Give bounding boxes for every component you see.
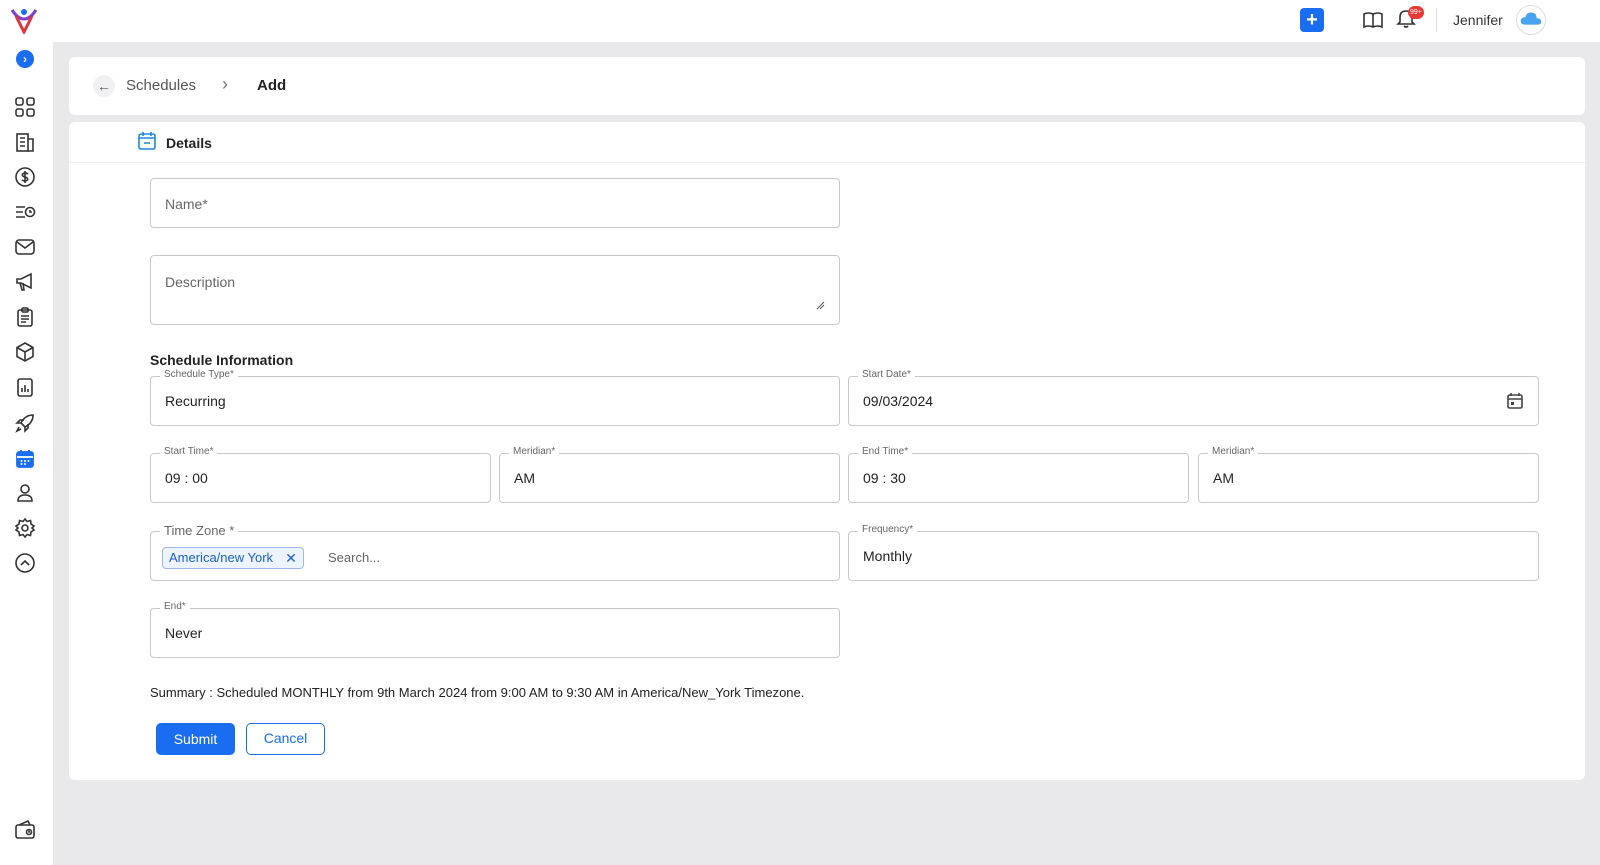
mail-icon[interactable]: [14, 236, 36, 258]
start-time-field[interactable]: Start Time* 09 : 00: [150, 446, 491, 503]
date-picker-icon[interactable]: [1506, 392, 1524, 410]
end-meridian-select[interactable]: Meridian* AM: [1198, 446, 1539, 503]
clipboard-icon[interactable]: [14, 306, 36, 328]
name-placeholder: Name*: [165, 196, 208, 212]
dashboard-icon[interactable]: [14, 96, 36, 118]
start-meridian-value: AM: [514, 470, 535, 486]
megaphone-icon[interactable]: [14, 271, 36, 293]
time-zone-select[interactable]: Time Zone * America/new York ✕ Search...: [150, 523, 840, 581]
end-meridian-value: AM: [1213, 470, 1234, 486]
avatar[interactable]: [1516, 5, 1546, 35]
schedule-summary: Summary : Scheduled MONTHLY from 9th Mar…: [150, 685, 805, 700]
book-icon[interactable]: [1362, 9, 1384, 31]
description-placeholder: Description: [165, 274, 236, 290]
settings-icon[interactable]: [14, 517, 36, 539]
page-title: Add: [257, 77, 287, 94]
chevron-up-icon[interactable]: [14, 552, 36, 574]
report-icon[interactable]: [14, 376, 36, 398]
end-time-field[interactable]: End Time* 09 : 30: [848, 446, 1189, 503]
description-field[interactable]: Description: [150, 255, 840, 325]
start-date-label: Start Date*: [858, 369, 915, 380]
list-clock-icon[interactable]: [14, 201, 36, 223]
end-select[interactable]: End* Never: [150, 601, 840, 658]
sidebar: ›: [0, 42, 53, 865]
back-button[interactable]: ←: [93, 75, 115, 97]
breadcrumb-schedules-link[interactable]: Schedules: [126, 77, 196, 94]
breadcrumb: ← Schedules › Add: [69, 57, 1585, 115]
sidebar-expand-button[interactable]: ›: [16, 50, 34, 68]
quick-add-button[interactable]: +: [1300, 8, 1324, 32]
schedule-form-card: Details Name* Description Schedule Infor…: [69, 122, 1585, 780]
start-date-field[interactable]: Start Date* 09/03/2024: [848, 369, 1539, 426]
end-time-label: End Time*: [858, 446, 913, 457]
resize-handle-icon[interactable]: [816, 301, 825, 310]
wallet-icon[interactable]: [14, 819, 36, 841]
chevron-right-icon: ›: [222, 74, 228, 94]
start-time-label: Start Time*: [160, 446, 218, 457]
rocket-icon[interactable]: [14, 412, 36, 434]
schedule-type-select[interactable]: Schedule Type* Recurring: [150, 369, 840, 426]
frequency-label: Frequency*: [858, 524, 918, 535]
start-date-value: 09/03/2024: [863, 393, 934, 409]
dollar-icon[interactable]: [14, 166, 36, 188]
cloud-icon: [1520, 12, 1542, 25]
time-zone-chip[interactable]: America/new York ✕: [162, 547, 304, 569]
schedule-type-value: Recurring: [165, 393, 226, 409]
user-icon[interactable]: [14, 482, 36, 504]
start-meridian-select[interactable]: Meridian* AM: [499, 446, 840, 503]
calendar-icon[interactable]: [14, 448, 36, 470]
calendar-minus-icon: [137, 131, 157, 151]
app-logo[interactable]: [10, 6, 38, 36]
building-icon[interactable]: [14, 131, 36, 153]
time-zone-chip-label: America/new York: [169, 550, 274, 565]
submit-button[interactable]: Submit: [156, 723, 235, 755]
username[interactable]: Jennifer: [1453, 12, 1503, 28]
name-field[interactable]: Name*: [150, 178, 840, 228]
notification-badge: 99+: [1408, 6, 1424, 19]
details-title: Details: [166, 135, 212, 151]
cube-icon[interactable]: [14, 341, 36, 363]
cancel-button[interactable]: Cancel: [246, 723, 325, 755]
notifications-button[interactable]: 99+: [1395, 6, 1424, 33]
details-header: Details: [69, 122, 1585, 163]
section-title: Schedule Information: [150, 352, 294, 368]
end-meridian-label: Meridian*: [1208, 446, 1259, 457]
close-icon[interactable]: ✕: [285, 548, 297, 568]
end-time-value: 09 : 30: [863, 470, 906, 486]
divider: [1436, 8, 1437, 32]
end-label: End*: [160, 601, 190, 612]
end-value: Never: [165, 625, 203, 641]
start-time-value: 09 : 00: [165, 470, 208, 486]
schedule-type-label: Schedule Type*: [160, 369, 238, 380]
time-zone-label: Time Zone *: [160, 523, 239, 538]
time-zone-search-input[interactable]: Search...: [328, 550, 380, 565]
frequency-value: Monthly: [863, 548, 913, 564]
frequency-select[interactable]: Frequency* Monthly: [848, 524, 1539, 581]
top-bar: + 99+ Jennifer: [0, 0, 1600, 42]
start-meridian-label: Meridian*: [509, 446, 560, 457]
